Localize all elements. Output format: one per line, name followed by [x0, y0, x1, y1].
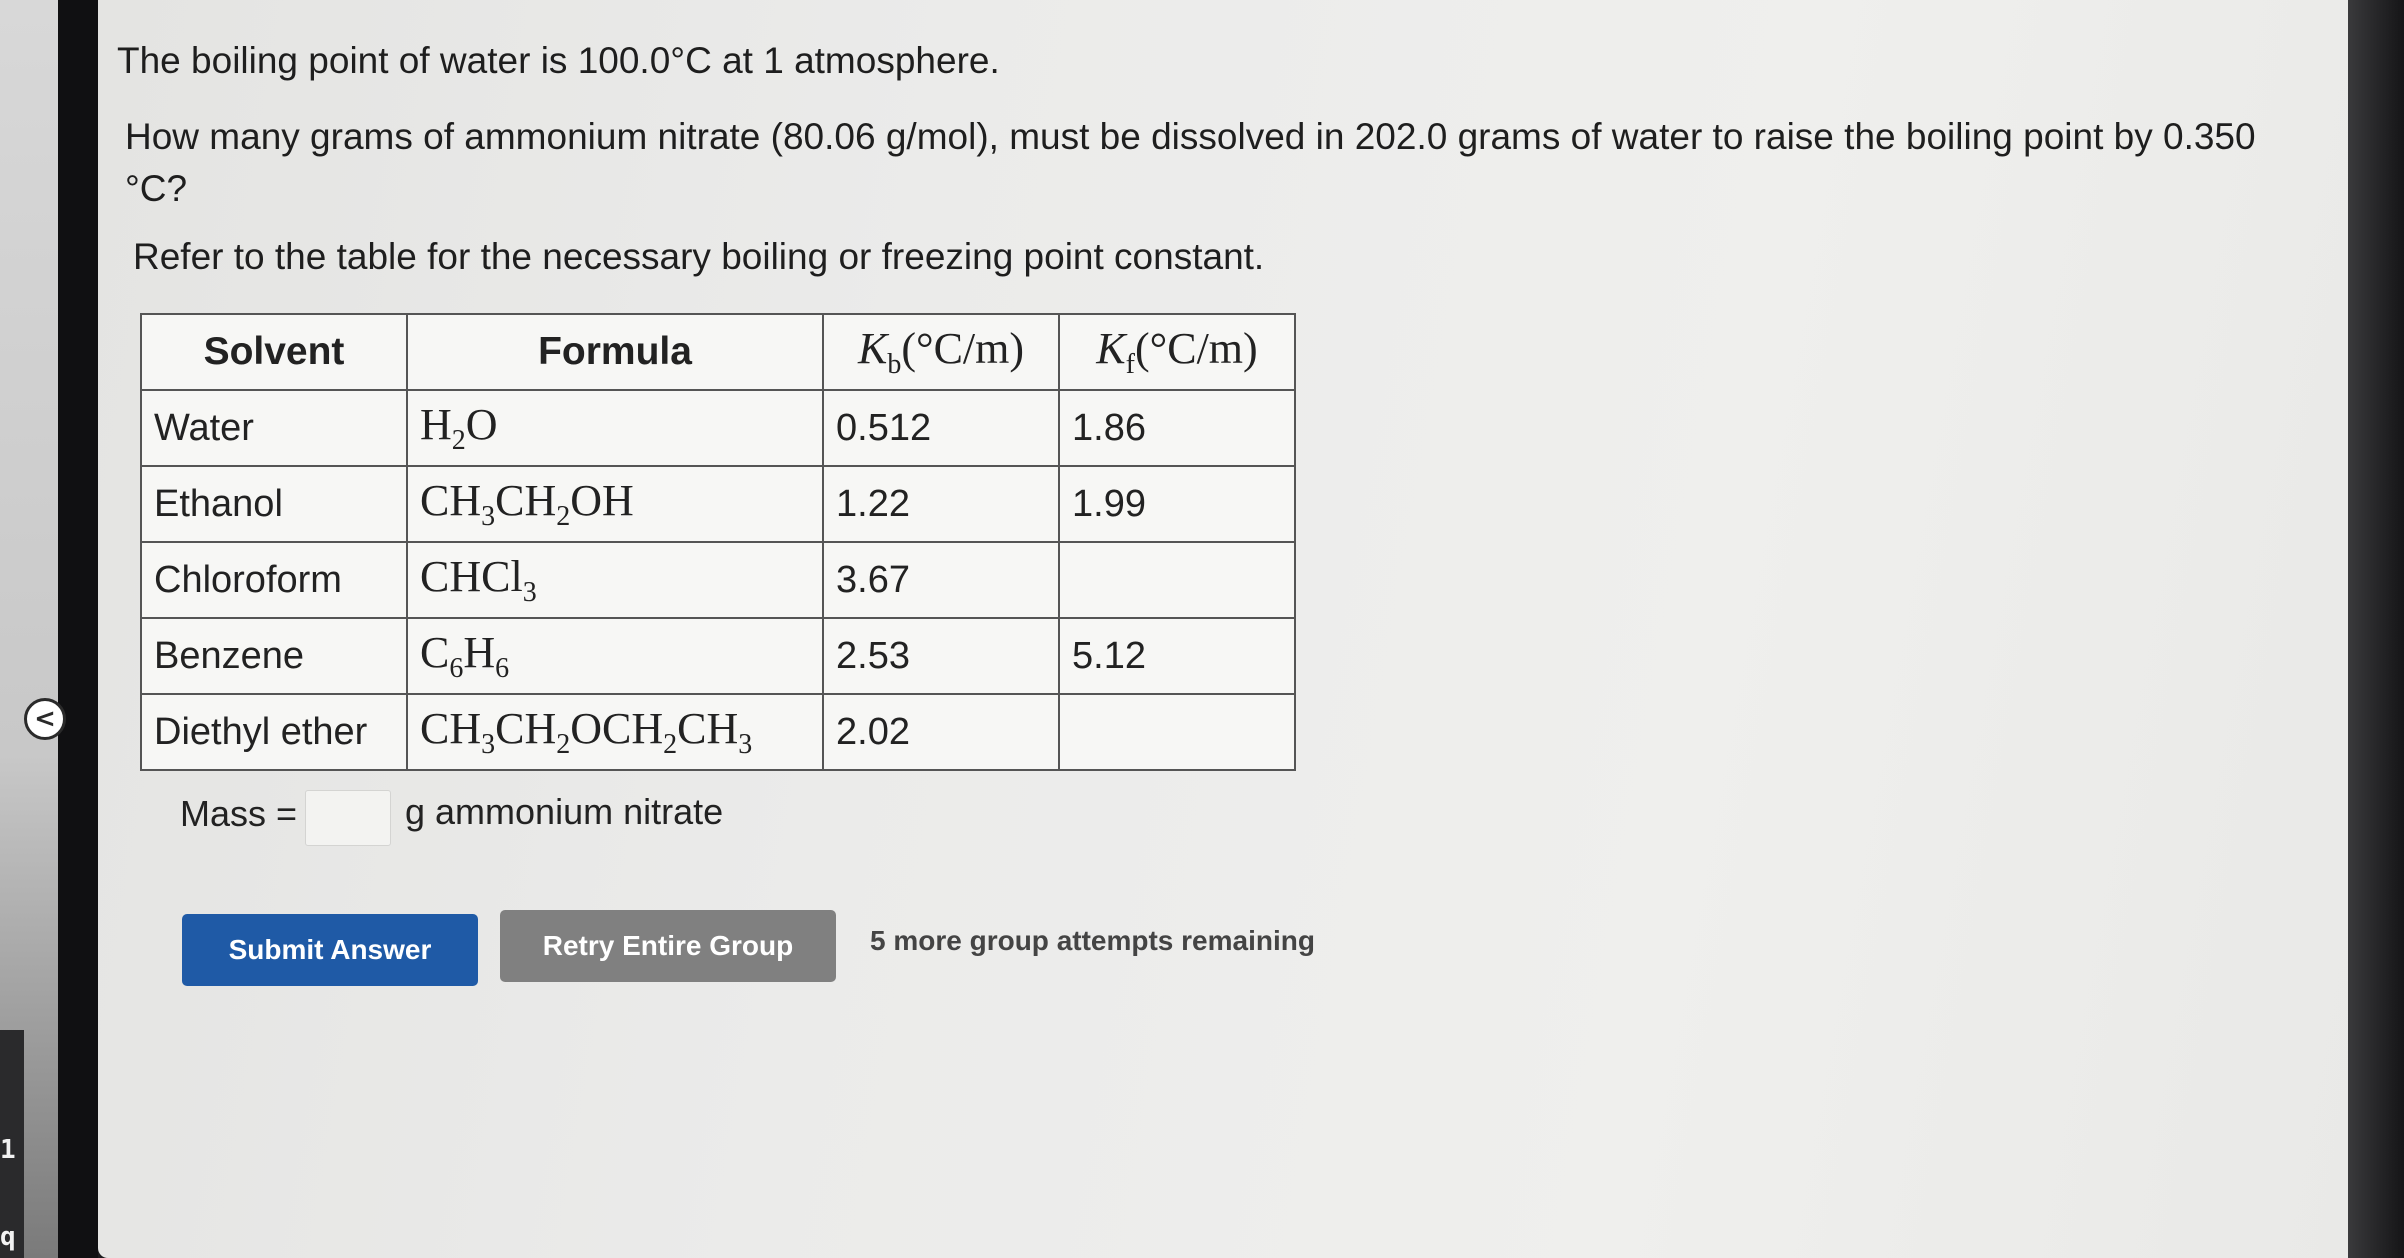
header-solvent: Solvent: [140, 313, 408, 391]
cell-kf: [1058, 541, 1296, 619]
table-row: Water H2O 0.512 1.86: [140, 389, 1296, 467]
cell-formula: H2O: [406, 389, 824, 467]
table-row: Diethyl ether CH3CH2OCH2CH3 2.02: [140, 693, 1296, 771]
cell-kf: [1058, 693, 1296, 771]
screen-bezel: [2348, 0, 2404, 1258]
cell-formula: CH3CH2OCH2CH3: [406, 693, 824, 771]
mass-unit-label: g ammonium nitrate: [405, 791, 724, 832]
cell-solvent: Water: [140, 389, 408, 467]
table-row: Ethanol CH3CH2OH 1.22 1.99: [140, 465, 1296, 543]
question-prompt: How many grams of ammonium nitrate (80.0…: [125, 116, 2256, 209]
header-kb: Kb(°C/m): [822, 313, 1060, 391]
cell-solvent: Chloroform: [140, 541, 408, 619]
mass-label: Mass =: [180, 793, 298, 834]
mass-input[interactable]: [305, 790, 391, 846]
cell-kf: 5.12: [1058, 617, 1296, 695]
sidebar-edge-glyph: q: [0, 1222, 16, 1252]
sidebar-edge-glyph: 1: [0, 1135, 16, 1165]
cell-kb: 1.22: [822, 465, 1060, 543]
question-instruction: Refer to the table for the necessary boi…: [133, 236, 1265, 277]
header-kf: Kf(°C/m): [1058, 313, 1296, 391]
collapse-sidebar-button[interactable]: <: [24, 698, 66, 740]
cell-kb: 0.512: [822, 389, 1060, 467]
cell-kb: 2.53: [822, 617, 1060, 695]
chevron-left-icon: <: [34, 704, 56, 734]
table-row: Benzene C6H6 2.53 5.12: [140, 617, 1296, 695]
left-frame: 1 q: [0, 0, 98, 1258]
retry-entire-group-button[interactable]: Retry Entire Group: [500, 910, 836, 982]
question-boiling-point: The boiling point of water is 100.0°C at…: [117, 40, 1000, 81]
submit-answer-button[interactable]: Submit Answer: [182, 914, 478, 986]
cell-formula: CH3CH2OH: [406, 465, 824, 543]
cell-formula: CHCl3: [406, 541, 824, 619]
attempts-remaining: 5 more group attempts remaining: [870, 925, 1315, 956]
cell-formula: C6H6: [406, 617, 824, 695]
cell-kb: 2.02: [822, 693, 1060, 771]
cell-kf: 1.99: [1058, 465, 1296, 543]
cell-solvent: Benzene: [140, 617, 408, 695]
cell-solvent: Ethanol: [140, 465, 408, 543]
cell-solvent: Diethyl ether: [140, 693, 408, 771]
header-formula: Formula: [406, 313, 824, 391]
cell-kf: 1.86: [1058, 389, 1296, 467]
table-header-row: Solvent Formula Kb(°C/m) Kf(°C/m): [140, 313, 1296, 391]
constants-table: Solvent Formula Kb(°C/m) Kf(°C/m) Water …: [140, 313, 1296, 771]
table-row: Chloroform CHCl3 3.67: [140, 541, 1296, 619]
cell-kb: 3.67: [822, 541, 1060, 619]
